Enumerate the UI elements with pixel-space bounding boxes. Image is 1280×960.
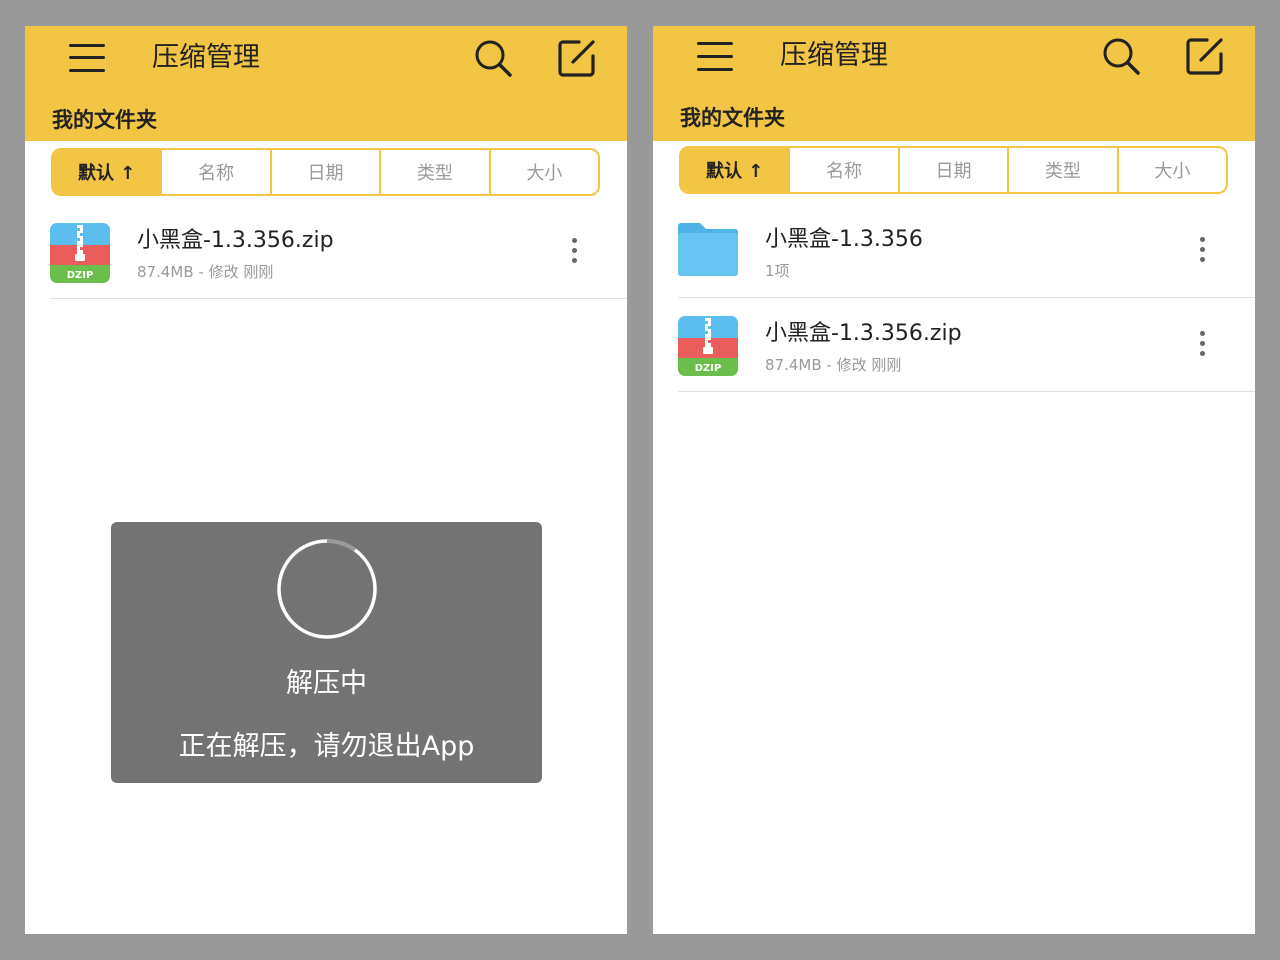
dialog-message: 正在解压，请勿退出App	[178, 731, 475, 762]
sort-tab-date[interactable]: 日期	[897, 148, 1007, 192]
sort-tab-name[interactable]: 名称	[788, 148, 897, 192]
more-options-icon[interactable]	[562, 234, 586, 268]
edit-icon[interactable]	[1185, 36, 1225, 76]
app-title: 压缩管理	[780, 40, 888, 71]
right-screen: 压缩管理 我的文件夹 默认 ↑ 名称 日期 类型 大小 小黑盒-1.3.356 …	[653, 26, 1255, 934]
sort-tab-size[interactable]: 大小	[488, 150, 598, 194]
zip-icon-label: DZIP	[67, 270, 94, 281]
more-options-icon[interactable]	[1190, 327, 1214, 361]
app-title: 压缩管理	[152, 42, 260, 73]
folder-icon	[678, 223, 738, 276]
sort-tab-type[interactable]: 类型	[379, 150, 488, 194]
edit-icon[interactable]	[557, 38, 597, 78]
zip-icon-label: DZIP	[695, 363, 722, 374]
app-header: 压缩管理 我的文件夹	[653, 26, 1255, 141]
sort-bar: 默认 ↑ 名称 日期 类型 大小	[679, 146, 1228, 194]
sort-tab-date[interactable]: 日期	[269, 150, 379, 194]
zip-file-icon: DZIP	[678, 316, 738, 376]
file-name: 小黑盒-1.3.356.zip	[137, 228, 334, 253]
menu-icon[interactable]	[69, 42, 105, 74]
file-meta: 87.4MB - 修改 刚刚	[765, 356, 902, 374]
zip-file-icon: DZIP	[50, 223, 110, 283]
folder-title: 我的文件夹	[52, 108, 157, 132]
file-row-zip[interactable]: DZIP 小黑盒-1.3.356.zip 87.4MB - 修改 刚刚	[678, 297, 1255, 392]
more-options-icon[interactable]	[1190, 233, 1214, 267]
file-name: 小黑盒-1.3.356.zip	[765, 321, 962, 346]
file-row-zip[interactable]: DZIP 小黑盒-1.3.356.zip 87.4MB - 修改 刚刚	[50, 204, 627, 299]
extracting-dialog: 解压中 正在解压，请勿退出App	[111, 522, 542, 783]
left-screen: 压缩管理 我的文件夹 默认 ↑ 名称 日期 类型 大小 DZIP 小黑盒-1.3…	[25, 26, 627, 934]
loading-spinner-icon	[277, 538, 377, 639]
sort-tab-default[interactable]: 默认 ↑	[681, 148, 789, 192]
search-icon[interactable]	[473, 38, 513, 78]
sort-bar: 默认 ↑ 名称 日期 类型 大小	[51, 148, 600, 196]
sort-tab-name[interactable]: 名称	[160, 150, 269, 194]
folder-title: 我的文件夹	[680, 106, 785, 130]
folder-row[interactable]: 小黑盒-1.3.356 1项	[678, 203, 1255, 298]
file-meta: 1项	[765, 262, 790, 280]
file-name: 小黑盒-1.3.356	[765, 227, 923, 252]
search-icon[interactable]	[1101, 36, 1141, 76]
sort-tab-size[interactable]: 大小	[1116, 148, 1226, 192]
app-header: 压缩管理 我的文件夹	[25, 26, 627, 141]
dialog-title: 解压中	[286, 668, 367, 699]
sort-tab-default[interactable]: 默认 ↑	[53, 150, 161, 194]
file-meta: 87.4MB - 修改 刚刚	[137, 263, 274, 281]
menu-icon[interactable]	[697, 42, 733, 74]
sort-tab-type[interactable]: 类型	[1007, 148, 1116, 192]
